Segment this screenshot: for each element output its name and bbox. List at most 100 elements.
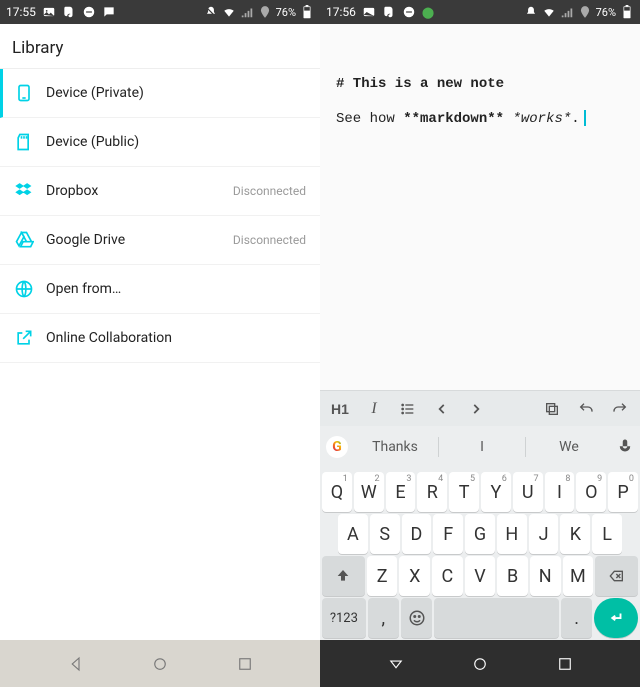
status-bar: 17:56 ⬤ 76%	[320, 0, 640, 24]
library-item-open-from[interactable]: Open from…	[0, 265, 320, 314]
suggestion-2[interactable]: I	[439, 439, 525, 455]
key-enter[interactable]	[594, 598, 638, 638]
key-k[interactable]: K	[560, 514, 590, 554]
suggestion-3[interactable]: We	[526, 439, 612, 455]
key-v[interactable]: V	[465, 556, 496, 596]
format-copy-button[interactable]	[536, 391, 568, 427]
key-g[interactable]: G	[465, 514, 495, 554]
google-icon[interactable]: G	[326, 436, 348, 458]
copy-icon	[544, 401, 560, 417]
key-o[interactable]: O9	[576, 472, 606, 512]
key-space[interactable]	[434, 598, 559, 638]
note-heading: # This is a new note	[336, 76, 504, 92]
format-list-button[interactable]	[392, 391, 424, 427]
signal-icon	[560, 5, 574, 19]
note-editor[interactable]: # This is a new note See how **markdown*…	[320, 24, 640, 390]
nav-recent-icon[interactable]	[556, 655, 574, 673]
key-n[interactable]: N	[530, 556, 561, 596]
key-m[interactable]: M	[563, 556, 594, 596]
library-item-label: Open from…	[46, 281, 306, 297]
keyboard-row-2: ASDFGHJKL	[322, 514, 638, 554]
key-c[interactable]: C	[432, 556, 463, 596]
key-e[interactable]: E3	[386, 472, 416, 512]
key-emoji[interactable]	[401, 598, 432, 638]
globe-icon	[14, 279, 34, 299]
key-a[interactable]: A	[338, 514, 368, 554]
keyboard-row-1: Q1W2E3R4T5Y6U7I8O9P0	[322, 472, 638, 512]
library-item-device-private[interactable]: Device (Private)	[0, 69, 320, 118]
library-item-dropbox[interactable]: Dropbox Disconnected	[0, 167, 320, 216]
library-item-label: Dropbox	[46, 183, 221, 199]
key-u[interactable]: U7	[513, 472, 543, 512]
key-period[interactable]: .	[561, 598, 592, 638]
phone-right: 17:56 ⬤ 76% # This is a new note See how…	[320, 0, 640, 687]
text-cursor	[584, 110, 586, 126]
status-bar: 17:55 76%	[0, 0, 320, 24]
status-time: 17:56	[326, 5, 356, 19]
external-link-icon	[14, 328, 34, 348]
emoji-icon	[408, 609, 426, 627]
library-item-google-drive[interactable]: Google Drive Disconnected	[0, 216, 320, 265]
format-prev-button[interactable]	[426, 391, 458, 427]
key-l[interactable]: L	[592, 514, 622, 554]
redo-icon	[612, 401, 628, 417]
battery-icon	[300, 5, 314, 19]
suggestion-1[interactable]: Thanks	[352, 439, 438, 455]
format-redo-button[interactable]	[604, 391, 636, 427]
key-comma[interactable]: ,	[368, 598, 399, 638]
key-z[interactable]: Z	[367, 556, 398, 596]
key-h[interactable]: H	[497, 514, 527, 554]
key-j[interactable]: J	[529, 514, 559, 554]
status-time: 17:55	[6, 5, 36, 19]
evernote-icon	[62, 5, 76, 19]
key-r[interactable]: R4	[417, 472, 447, 512]
google-drive-icon	[14, 230, 34, 250]
phone-left: 17:55 76% Library Device (Private) Devic…	[0, 0, 320, 687]
key-p[interactable]: P0	[608, 472, 638, 512]
shift-icon	[335, 568, 351, 584]
dropbox-icon	[14, 181, 34, 201]
chat-icon	[102, 5, 116, 19]
nav-back-icon[interactable]	[67, 655, 85, 673]
key-q[interactable]: Q1	[322, 472, 352, 512]
signal-icon	[240, 5, 254, 19]
battery-icon	[620, 5, 634, 19]
chevron-left-icon	[435, 402, 449, 416]
note-bold: **markdown**	[403, 111, 504, 127]
note-text: .	[571, 111, 579, 127]
format-h1-button[interactable]: H1	[324, 391, 356, 427]
key-shift[interactable]	[322, 556, 365, 596]
key-t[interactable]: T5	[449, 472, 479, 512]
key-i[interactable]: I8	[545, 472, 575, 512]
nav-bar	[0, 640, 320, 687]
image-icon	[42, 5, 56, 19]
mic-icon[interactable]	[616, 438, 634, 456]
keyboard-row-4: ?123 , .	[322, 598, 638, 638]
library-item-status: Disconnected	[233, 184, 306, 198]
key-x[interactable]: X	[399, 556, 430, 596]
key-s[interactable]: S	[370, 514, 400, 554]
nav-home-icon[interactable]	[471, 655, 489, 673]
format-next-button[interactable]	[460, 391, 492, 427]
key-f[interactable]: F	[433, 514, 463, 554]
nav-home-icon[interactable]	[151, 655, 169, 673]
library-item-label: Device (Public)	[46, 134, 306, 150]
key-y[interactable]: Y6	[481, 472, 511, 512]
key-symbols[interactable]: ?123	[322, 598, 366, 638]
suggestion-strip: G Thanks I We	[320, 426, 640, 468]
wifi-icon	[542, 5, 556, 19]
library-item-device-public[interactable]: Device (Public)	[0, 118, 320, 167]
nav-bar	[320, 640, 640, 687]
key-backspace[interactable]	[595, 556, 638, 596]
dnd-icon	[402, 5, 416, 19]
library-item-label: Google Drive	[46, 232, 221, 248]
format-italic-button[interactable]: I	[358, 391, 390, 427]
key-w[interactable]: W2	[354, 472, 384, 512]
list-icon	[400, 401, 416, 417]
nav-recent-icon[interactable]	[236, 655, 254, 673]
nav-back-icon[interactable]	[387, 655, 405, 673]
key-d[interactable]: D	[402, 514, 432, 554]
key-b[interactable]: B	[497, 556, 528, 596]
library-item-online-collab[interactable]: Online Collaboration	[0, 314, 320, 363]
format-undo-button[interactable]	[570, 391, 602, 427]
